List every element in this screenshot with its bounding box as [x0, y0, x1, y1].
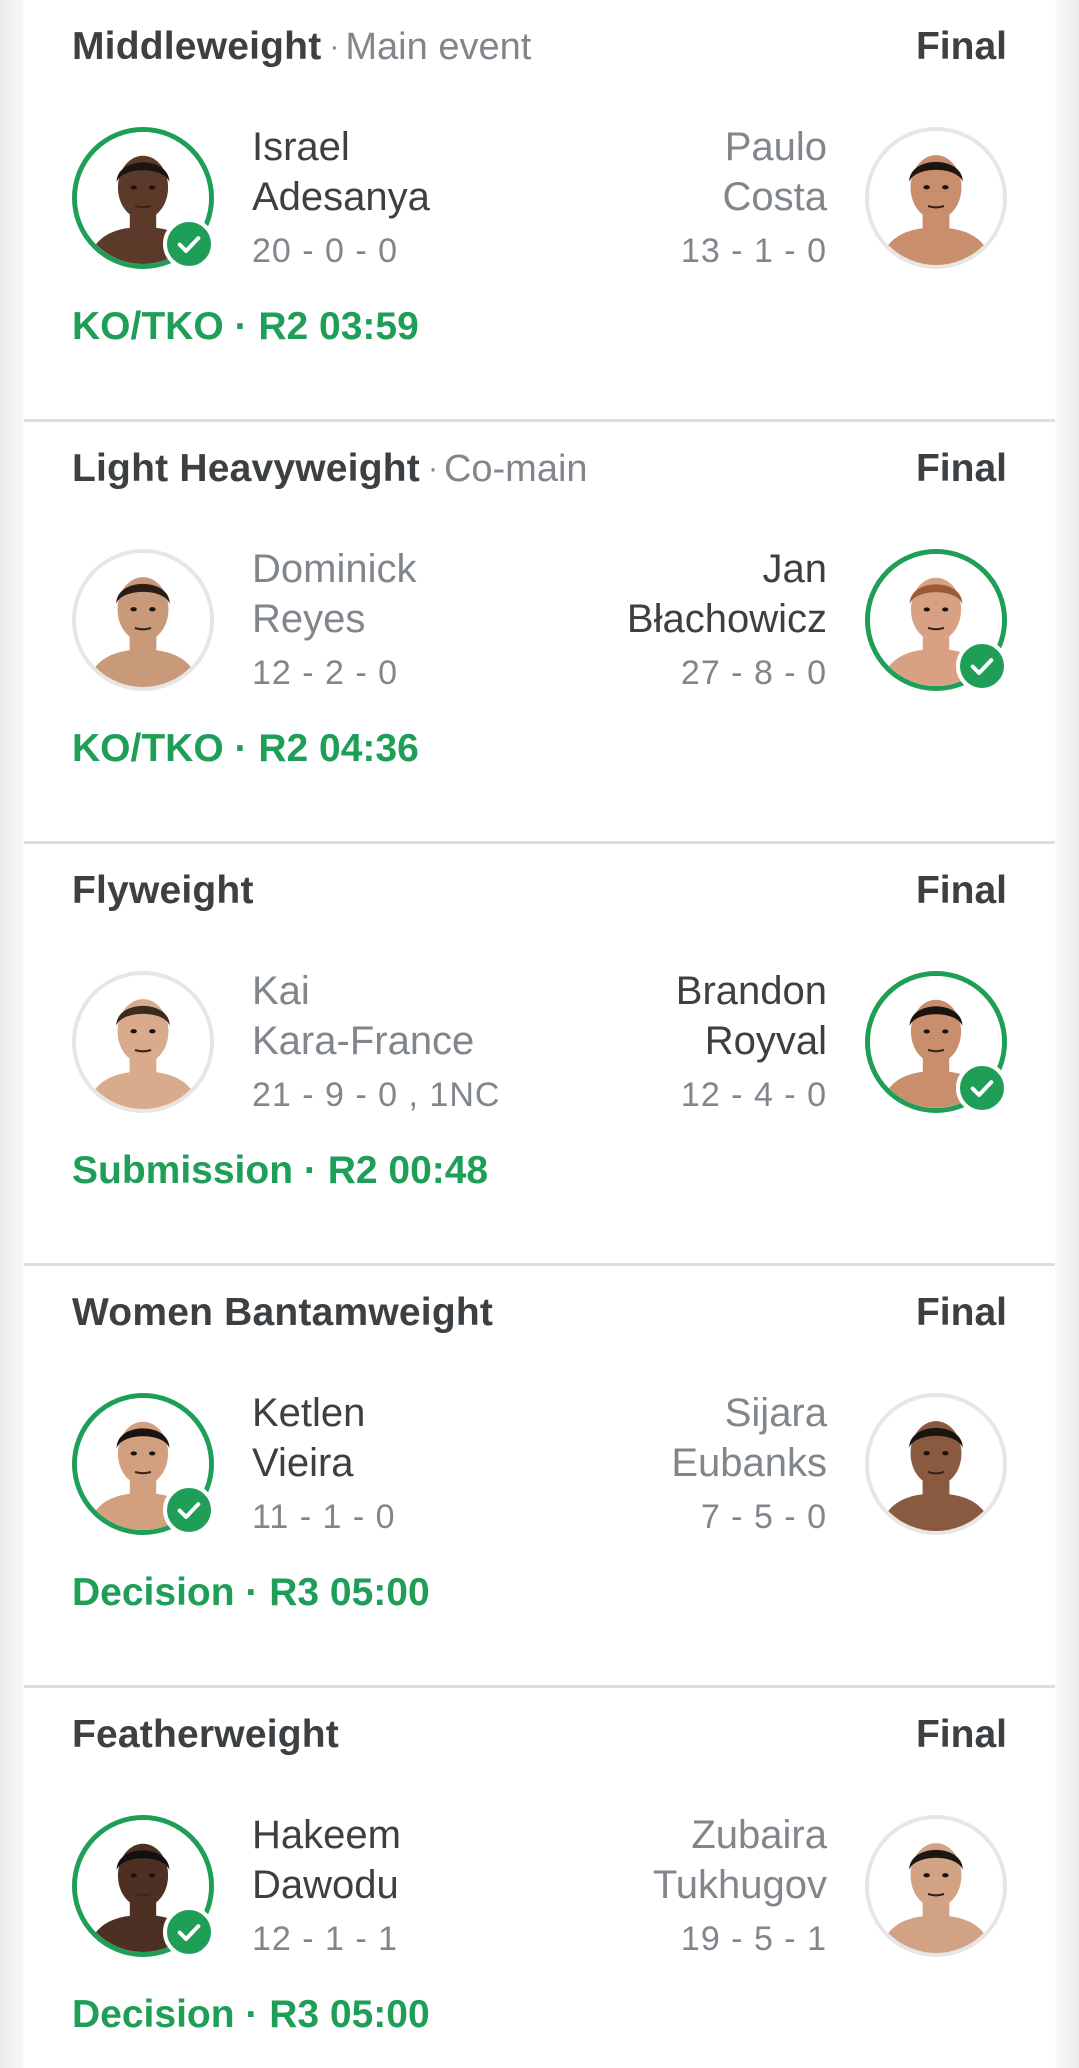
fighter-portrait-icon: [76, 975, 210, 1109]
fight-header: Women Bantamweight · Final: [72, 1290, 1007, 1336]
fighter-right-avatar[interactable]: [865, 971, 1008, 1114]
weight-class: Featherweight: [72, 1713, 339, 1756]
fight-result: Decision · R3 05:00: [72, 1571, 430, 1614]
event-label: Co-main: [443, 447, 588, 490]
fighter-portrait-icon: [869, 131, 1003, 265]
event-label: Main event: [345, 25, 532, 68]
page: Middleweight · Main event Final Israel A…: [0, 0, 1079, 2068]
fight-result: Submission · R2 00:48: [72, 1149, 489, 1192]
event-separator: ·: [329, 30, 340, 63]
fighter-right-photo: [869, 1819, 1003, 1953]
fighter-right-first-name: Jan: [762, 547, 828, 591]
fight-header: Flyweight · Final: [72, 868, 1007, 914]
fighter-right-last-name: Błachowicz: [626, 597, 827, 641]
fight-card[interactable]: Light Heavyweight · Co-main Final Domini…: [24, 422, 1055, 844]
fighter-right-last-name: Royval: [704, 1019, 827, 1063]
fighter-right-first-name: Paulo: [724, 125, 827, 169]
weight-class: Light Heavyweight: [72, 447, 420, 490]
fight-result: KO/TKO · R2 04:36: [72, 727, 419, 770]
event-separator: ·: [427, 452, 438, 485]
fight-card-list: Middleweight · Main event Final Israel A…: [24, 0, 1055, 2068]
fighter-right-avatar[interactable]: [865, 1393, 1007, 1535]
fighter-portrait-icon: [869, 1819, 1003, 1953]
fighter-right-photo: [869, 1397, 1003, 1531]
fighter-right-info[interactable]: Brandon Royval 12 - 4 - 0: [497, 966, 827, 1118]
fight-header-left: Flyweight ·: [72, 869, 254, 913]
fighter-right-last-name: Costa: [722, 175, 828, 219]
winner-check-icon: [163, 218, 215, 270]
winner-check-icon: [956, 640, 1008, 692]
fighter-right-info[interactable]: Zubaira Tukhugov 19 - 5 - 1: [497, 1810, 827, 1962]
fight-header-left: Middleweight · Main event: [72, 25, 531, 69]
checkmark-icon: [970, 658, 994, 675]
checkmark-icon: [970, 1080, 994, 1097]
fighter-right-first-name: Brandon: [675, 969, 827, 1013]
fight-header-left: Featherweight ·: [72, 1713, 339, 1757]
fighter-right-record: 27 - 8 - 0: [680, 654, 827, 692]
checkmark-icon: [177, 236, 201, 253]
fight-status: Final: [915, 447, 1007, 490]
fight-card[interactable]: Middleweight · Main event Final Israel A…: [24, 0, 1055, 422]
fighter-right-first-name: Sijara: [724, 1391, 827, 1435]
fighter-right-info[interactable]: Sijara Eubanks 7 - 5 - 0: [497, 1388, 827, 1540]
fighter-right-record: 13 - 1 - 0: [680, 232, 827, 270]
fighter-left-photo: [76, 553, 210, 687]
fight-card[interactable]: Women Bantamweight · Final Ketlen Vieira…: [24, 1266, 1055, 1688]
fighter-right-photo: [869, 131, 1003, 265]
fight-result: Decision · R3 05:00: [72, 1993, 430, 2036]
winner-check-icon: [956, 1062, 1008, 1114]
fight-card[interactable]: Featherweight · Final Hakeem Dawodu 12 -…: [24, 1688, 1055, 2068]
weight-class: Middleweight: [72, 25, 322, 68]
fight-header: Light Heavyweight · Co-main Final: [72, 446, 1007, 492]
fighter-right-record: 19 - 5 - 1: [680, 1920, 827, 1958]
checkmark-icon: [177, 1924, 201, 1941]
winner-check-icon: [163, 1484, 215, 1536]
fighter-right-avatar[interactable]: [865, 127, 1007, 269]
fight-header-left: Women Bantamweight ·: [72, 1291, 493, 1335]
weight-class: Flyweight: [72, 869, 254, 912]
fighter-right-last-name: Eubanks: [671, 1441, 827, 1485]
fight-header: Featherweight · Final: [72, 1712, 1007, 1758]
fighter-portrait-icon: [76, 553, 210, 687]
fighter-right-info[interactable]: Paulo Costa 13 - 1 - 0: [497, 122, 827, 274]
winner-check-icon: [163, 1906, 215, 1958]
fighter-left-avatar[interactable]: [72, 1393, 215, 1536]
fighter-right-last-name: Tukhugov: [652, 1863, 827, 1907]
weight-class: Women Bantamweight: [72, 1291, 494, 1334]
fighter-right-record: 7 - 5 - 0: [700, 1498, 827, 1536]
fighter-left-avatar[interactable]: [72, 1815, 215, 1958]
checkmark-icon: [177, 1502, 201, 1519]
fight-card[interactable]: Flyweight · Final Kai Kara-France 21 - 9…: [24, 844, 1055, 1266]
fighter-right-first-name: Zubaira: [691, 1813, 827, 1857]
fight-status: Final: [915, 25, 1007, 68]
fight-status: Final: [915, 869, 1007, 912]
fight-status: Final: [915, 1713, 1007, 1756]
fight-header: Middleweight · Main event Final: [72, 24, 1007, 70]
fighter-left-avatar[interactable]: [72, 971, 214, 1113]
fight-header-left: Light Heavyweight · Co-main: [72, 447, 588, 491]
fighter-left-photo: [76, 975, 210, 1109]
fighter-right-record: 12 - 4 - 0: [680, 1076, 827, 1114]
fight-result: KO/TKO · R2 03:59: [72, 305, 419, 348]
fighter-portrait-icon: [869, 1397, 1003, 1531]
fighter-left-avatar[interactable]: [72, 549, 214, 691]
fighter-right-avatar[interactable]: [865, 549, 1008, 692]
fighter-right-info[interactable]: Jan Błachowicz 27 - 8 - 0: [497, 544, 827, 696]
fighter-left-avatar[interactable]: [72, 127, 215, 270]
fighter-right-avatar[interactable]: [865, 1815, 1007, 1957]
fight-status: Final: [915, 1291, 1007, 1334]
